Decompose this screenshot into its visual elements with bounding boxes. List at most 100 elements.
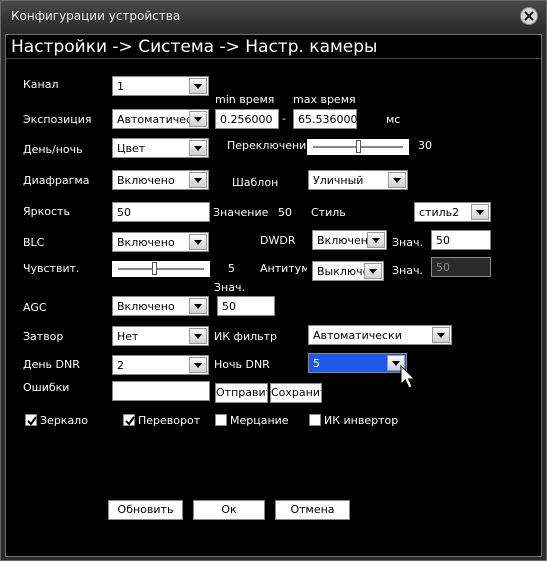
channel-value: 1 bbox=[117, 80, 124, 93]
ir-filter-label: ИК фильтр bbox=[214, 330, 277, 343]
night-dnr-label: Ночь DNR bbox=[214, 358, 270, 371]
channel-label: Канал bbox=[23, 78, 59, 91]
cancel-button[interactable]: Отмена bbox=[275, 500, 350, 520]
checkbox-label: Мерцание bbox=[230, 414, 289, 427]
antitum-value-input[interactable]: 50 bbox=[431, 257, 491, 277]
day-night-value: Цвет bbox=[117, 142, 146, 155]
slider-thumb[interactable] bbox=[152, 262, 158, 275]
iris-value: Включено bbox=[117, 174, 175, 187]
switching-label: Переключение bbox=[227, 139, 314, 152]
exposure-select[interactable]: Автоматически bbox=[112, 109, 209, 129]
antitum-value: Выключено bbox=[317, 265, 365, 278]
brightness-input-value: 50 bbox=[117, 206, 131, 219]
dwdr-value-input[interactable]: 50 bbox=[431, 230, 491, 250]
errors-label: Ошибки bbox=[23, 381, 70, 394]
chevron-down-icon bbox=[189, 78, 207, 94]
antitum-znach-label: Знач. bbox=[392, 264, 423, 277]
iris-label: Диафрагма bbox=[23, 174, 90, 187]
save-button[interactable]: Сохранить bbox=[270, 383, 322, 403]
checkbox-box[interactable] bbox=[123, 414, 135, 426]
settings-panel: Настройки -> Система -> Настр. камеры Ка… bbox=[5, 34, 542, 557]
checkbox-label: ИК инвертор bbox=[324, 414, 399, 427]
min-time-value: 0.256000 bbox=[220, 113, 273, 126]
check-icon bbox=[125, 416, 135, 426]
max-time-label: max время bbox=[293, 93, 356, 106]
page-title: Настройки -> Система -> Настр. камеры bbox=[6, 37, 541, 59]
day-night-label: День/ночь bbox=[23, 143, 83, 156]
brightness-value: 50 bbox=[278, 206, 292, 219]
chevron-down-icon bbox=[432, 327, 450, 343]
iris-select[interactable]: Включено bbox=[112, 170, 209, 190]
chevron-down-icon bbox=[388, 172, 406, 188]
sensitivity-value: 5 bbox=[228, 262, 235, 275]
agc-value-input[interactable]: 50 bbox=[217, 296, 275, 316]
day-dnr-select[interactable]: 2 bbox=[112, 355, 209, 375]
dwdr-value-text: 50 bbox=[436, 234, 450, 247]
template-value: Уличный bbox=[313, 174, 364, 187]
antitum-select[interactable]: Выключено bbox=[312, 261, 384, 281]
antitum-label: Антитума bbox=[260, 262, 307, 275]
max-time-input[interactable]: 65.536000 bbox=[293, 109, 358, 129]
close-icon bbox=[524, 11, 534, 21]
check-icon bbox=[27, 416, 37, 426]
dwdr-label: DWDR bbox=[260, 234, 296, 247]
switching-value: 30 bbox=[418, 139, 432, 152]
mouse-cursor-icon bbox=[400, 365, 416, 389]
checkbox-label: Переворот bbox=[138, 414, 201, 427]
ok-button[interactable]: Ок bbox=[193, 500, 265, 520]
agc-value-text: 50 bbox=[222, 300, 236, 313]
chevron-down-icon bbox=[189, 298, 207, 314]
chevron-down-icon bbox=[189, 357, 207, 373]
ir-filter-select[interactable]: Автоматически bbox=[308, 325, 452, 345]
chevron-down-icon bbox=[364, 263, 382, 279]
slider-track bbox=[118, 268, 204, 270]
min-time-label: min время bbox=[215, 93, 275, 106]
exposure-value: Автоматически bbox=[117, 113, 189, 126]
shutter-select[interactable]: Нет bbox=[112, 326, 209, 346]
blc-select[interactable]: Включено bbox=[112, 232, 209, 252]
ms-unit: мс bbox=[386, 113, 401, 126]
day-dnr-label: День DNR bbox=[23, 358, 80, 371]
max-time-value: 65.536000 bbox=[298, 113, 358, 126]
chevron-down-icon bbox=[189, 111, 207, 127]
range-dash: - bbox=[282, 112, 286, 125]
min-time-input[interactable]: 0.256000 bbox=[215, 109, 279, 129]
dwdr-znach-label: Знач. bbox=[392, 236, 423, 249]
brightness-input[interactable]: 50 bbox=[112, 202, 210, 222]
style-select[interactable]: стиль2 bbox=[414, 202, 491, 222]
checkbox-box[interactable] bbox=[309, 414, 321, 426]
night-dnr-value: 5 bbox=[313, 357, 320, 370]
exposure-label: Экспозиция bbox=[23, 113, 92, 126]
slider-thumb[interactable] bbox=[355, 140, 361, 153]
shutter-value: Нет bbox=[117, 330, 139, 343]
checkbox-box[interactable] bbox=[25, 414, 37, 426]
agc-label: AGC bbox=[23, 301, 47, 314]
chevron-down-icon bbox=[367, 232, 385, 248]
chevron-down-icon bbox=[189, 172, 207, 188]
errors-input[interactable] bbox=[112, 381, 210, 401]
style-label: Стиль bbox=[311, 206, 346, 219]
brightness-label: Яркость bbox=[23, 205, 70, 218]
dwdr-value: Включено bbox=[317, 234, 367, 247]
title-bar[interactable]: Конфигурации устройства bbox=[1, 1, 546, 31]
window-title: Конфигурации устройства bbox=[11, 9, 181, 23]
refresh-button[interactable]: Обновить bbox=[108, 500, 183, 520]
agc-value: Включено bbox=[117, 300, 175, 313]
blc-value: Включено bbox=[117, 236, 175, 249]
sensitivity-label: Чувствит. bbox=[23, 262, 80, 275]
day-night-select[interactable]: Цвет bbox=[112, 138, 209, 158]
dwdr-select[interactable]: Включено bbox=[312, 230, 387, 250]
template-label: Шаблон bbox=[232, 176, 279, 189]
channel-select[interactable]: 1 bbox=[112, 76, 209, 96]
agc-znach-label: Знач. bbox=[214, 281, 245, 294]
sensitivity-slider[interactable] bbox=[112, 261, 210, 277]
blc-label: BLC bbox=[23, 236, 45, 249]
close-button[interactable] bbox=[520, 7, 538, 25]
switching-slider[interactable] bbox=[307, 139, 409, 155]
checkbox-box[interactable] bbox=[215, 414, 227, 426]
send-button[interactable]: Отправить bbox=[215, 383, 268, 403]
template-select[interactable]: Уличный bbox=[308, 170, 408, 190]
night-dnr-select[interactable]: 5 bbox=[308, 353, 407, 373]
brightness-value-label: Значение bbox=[213, 206, 269, 219]
agc-select[interactable]: Включено bbox=[112, 296, 209, 316]
